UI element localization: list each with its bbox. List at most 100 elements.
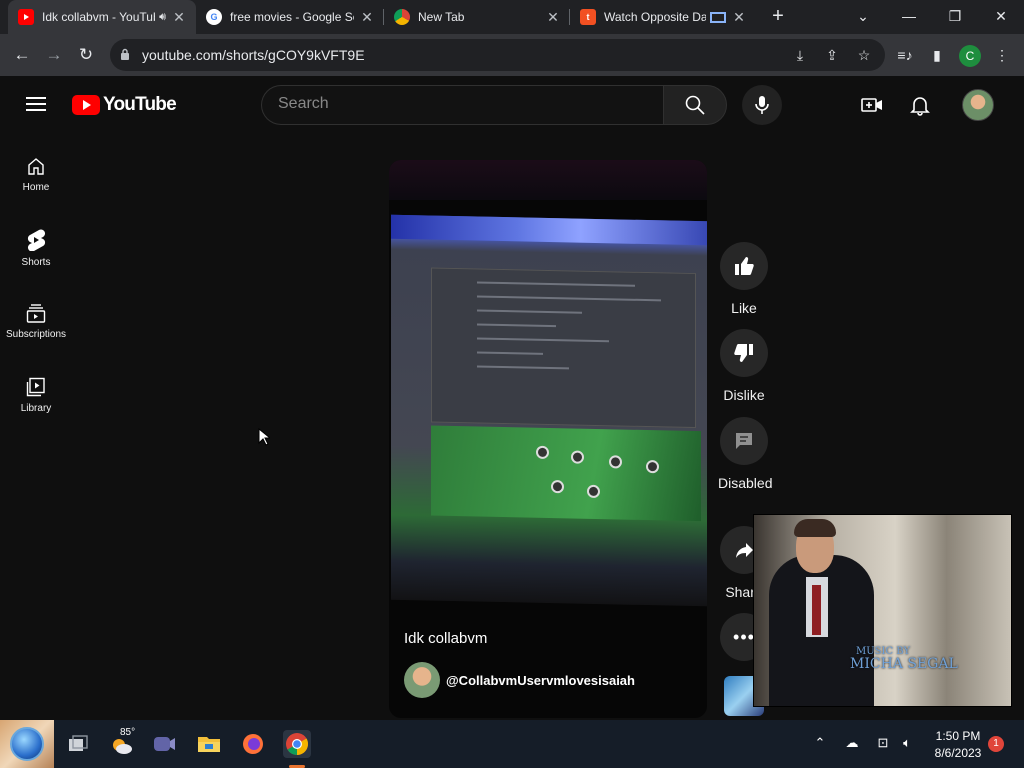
video-top-area <box>389 160 707 200</box>
side-panel-icon[interactable]: ▮ <box>927 45 947 65</box>
menu-icon[interactable] <box>26 97 46 111</box>
network-icon[interactable]: ⊡ <box>873 735 893 753</box>
search-box <box>261 85 663 125</box>
dislike-button[interactable] <box>720 329 768 377</box>
voice-search-button[interactable] <box>742 85 782 125</box>
task-view-icon[interactable] <box>64 730 92 758</box>
chrome-icon[interactable] <box>283 730 311 758</box>
clock-time: 1:50 PM <box>935 729 981 743</box>
browser-toolbar: ← → ↻ youtube.com/shorts/gCOY9kVFT9E ⤓ ⇪… <box>0 34 1024 76</box>
new-tab-button[interactable]: + <box>766 4 790 28</box>
guide-label: Subscriptions <box>5 329 67 340</box>
picture-in-picture-icon <box>710 11 726 23</box>
comments-disabled-label: Disabled <box>718 475 773 491</box>
guide-label: Library <box>20 403 52 414</box>
start-button[interactable] <box>0 720 54 768</box>
tab-tubi[interactable]: t Watch Opposite Day ✕ <box>570 0 756 34</box>
guide-item-subscriptions[interactable]: Subscriptions <box>0 303 72 377</box>
google-favicon: G <box>206 9 222 25</box>
taskbar-clock[interactable]: 1:50 PM 8/6/2023 <box>928 728 988 762</box>
like-button[interactable] <box>720 242 768 290</box>
tab-youtube[interactable]: Idk collabvm - YouTube 🔊︎ ✕ <box>8 0 196 34</box>
reload-button[interactable]: ↻ <box>73 42 99 68</box>
tab-new-tab[interactable]: New Tab ✕ <box>384 0 570 34</box>
install-app-icon[interactable]: ⤓ <box>791 46 809 64</box>
url-text: youtube.com/shorts/gCOY9kVFT9E <box>142 47 365 63</box>
tubi-favicon: t <box>580 9 596 25</box>
comments-action: Disabled <box>718 417 773 493</box>
firefox-icon[interactable] <box>239 730 267 758</box>
home-icon <box>28 158 44 175</box>
credit-line-2: MICHA SEGAL <box>850 656 958 672</box>
shorts-video-player[interactable]: Idk collabvm @CollabvmUservmlovesisaiah <box>389 160 707 718</box>
audio-playing-icon[interactable]: 🔊︎ <box>159 11 166 24</box>
guide-label: Home <box>22 182 50 193</box>
comment-icon <box>736 433 752 449</box>
guide-item-library[interactable]: Library <box>0 377 72 451</box>
channel-handle[interactable]: @CollabvmUservmlovesisaiah <box>446 673 635 688</box>
youtube-play-icon <box>72 95 100 115</box>
tab-google-search[interactable]: G free movies - Google Search ✕ <box>196 0 384 34</box>
volume-icon[interactable]: 🔈︎ <box>897 735 917 753</box>
tab-search-icon[interactable]: ⌄ <box>840 0 886 34</box>
picture-in-picture-video[interactable]: MUSIC BY MICHA SEGAL <box>753 514 1012 707</box>
file-explorer-icon[interactable] <box>195 730 223 758</box>
back-button[interactable]: ← <box>9 42 35 68</box>
close-tab-icon[interactable]: ✕ <box>546 9 560 26</box>
address-bar[interactable]: youtube.com/shorts/gCOY9kVFT9E ⤓ ⇪ ☆ <box>110 39 885 71</box>
share-arrow-icon <box>736 543 753 558</box>
windows-logo-icon <box>10 727 44 761</box>
thumbs-up-icon <box>735 257 754 275</box>
close-tab-icon[interactable]: ✕ <box>172 9 186 26</box>
teams-icon[interactable] <box>150 730 178 758</box>
minimize-button[interactable]: — <box>886 0 932 34</box>
browser-tab-strip: Idk collabvm - YouTube 🔊︎ ✕ G free movie… <box>0 0 1024 34</box>
short-title: Idk collabvm <box>404 630 488 647</box>
sync-off-icon[interactable]: ☁ <box>842 735 862 753</box>
guide-item-home[interactable]: Home <box>0 156 72 230</box>
channel-avatar[interactable] <box>404 662 440 698</box>
tab-title: Idk collabvm - YouTube <box>42 10 156 24</box>
library-icon <box>26 377 45 397</box>
search-button[interactable] <box>663 85 727 125</box>
dislike-label: Dislike <box>723 387 765 403</box>
share-page-icon[interactable]: ⇪ <box>823 46 841 64</box>
microphone-icon <box>755 96 769 114</box>
show-hidden-icons-icon[interactable]: ⌃ <box>810 735 830 753</box>
create-video-icon[interactable] <box>861 94 883 116</box>
close-window-button[interactable]: ✕ <box>978 0 1024 34</box>
notification-badge[interactable]: 1 <box>988 736 1004 752</box>
tab-title: free movies - Google Search <box>230 10 354 24</box>
youtube-logo[interactable]: YouTube <box>72 94 177 116</box>
close-tab-icon[interactable]: ✕ <box>360 9 374 26</box>
mouse-cursor-icon <box>258 428 270 446</box>
shorts-icon <box>27 229 46 251</box>
restore-button[interactable]: ❐ <box>932 0 978 34</box>
subscriptions-icon <box>26 304 46 323</box>
search-input[interactable] <box>278 95 648 113</box>
music-credit-text: MUSIC BY MICHA SEGAL <box>850 647 958 672</box>
tab-title: New Tab <box>418 10 465 24</box>
search-icon <box>685 95 705 115</box>
logo-text: YouTube <box>103 94 177 115</box>
chrome-profile-avatar[interactable]: C <box>959 45 981 67</box>
close-tab-icon[interactable]: ✕ <box>732 9 746 26</box>
comments-button[interactable] <box>720 417 768 465</box>
dislike-action: Dislike <box>720 329 768 405</box>
chrome-menu-icon[interactable]: ⋮ <box>992 45 1012 65</box>
like-action: Like <box>720 242 768 318</box>
windows-taskbar: 85° ⌃ ☁ ⊡ 🔈︎ 1:50 PM 8/6/2023 1 <box>0 720 1024 768</box>
notifications-bell-icon[interactable] <box>909 94 931 116</box>
youtube-favicon <box>18 9 34 25</box>
forward-button[interactable]: → <box>41 42 67 68</box>
like-label: Like <box>731 300 757 316</box>
video-frame-window <box>431 267 696 429</box>
account-avatar[interactable] <box>962 89 994 121</box>
clock-date: 8/6/2023 <box>934 746 982 760</box>
video-frame-monitor <box>391 214 707 607</box>
guide-item-shorts[interactable]: Shorts <box>0 229 72 303</box>
thumbs-down-icon <box>734 344 753 362</box>
bookmark-star-icon[interactable]: ☆ <box>855 46 873 64</box>
lock-icon[interactable] <box>120 48 130 60</box>
media-control-icon[interactable]: ≡♪ <box>895 45 915 65</box>
